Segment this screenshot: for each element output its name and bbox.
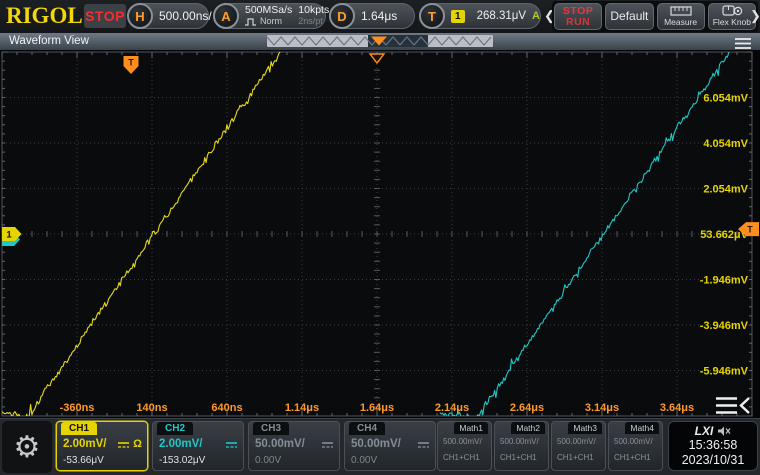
oscilloscope-screen: RIGOL STOP H 500.00ns/ A 500MSa/s Norm 1… (0, 0, 760, 475)
math-scale: 500.00mV/ (443, 437, 482, 446)
channel-scale: 50.00mV/ (351, 438, 430, 450)
delay-value: 1.64μs (361, 9, 397, 23)
math-tab[interactable]: Math2 (511, 422, 545, 434)
acquisition-status-badge: STOP (84, 4, 126, 28)
dc-coupling-icon (225, 440, 238, 449)
channel-tab[interactable]: CH3 (253, 422, 289, 435)
channel-tab[interactable]: CH1 (61, 422, 97, 435)
horizontal-scale-value: 500.00ns/ (159, 9, 212, 23)
time-axis-label: 3.14μs (585, 402, 619, 414)
channel-card-ch3[interactable]: CH3 50.00mV/0.00V (248, 421, 340, 471)
knob-icon (721, 5, 743, 16)
math-expression: CH1+CH1 (500, 453, 537, 462)
voltage-axis-label: -5.946mV (700, 366, 749, 378)
time-axis-label: 2.14μs (435, 402, 469, 414)
math-expression: CH1+CH1 (557, 453, 594, 462)
channel-offset: 0.00V (255, 455, 281, 466)
channel-scale: 2.00mV/ (159, 438, 238, 450)
measure-button[interactable]: Measure (657, 3, 705, 30)
delay-pill[interactable]: D 1.64μs (329, 3, 415, 29)
math-tab[interactable]: Math1 (454, 422, 488, 434)
time-axis-label: 640ns (211, 402, 242, 414)
waveform-display[interactable]: -360ns 140ns 640ns 1.14μs 1.64μs 2.14μs 2.64μs… (0, 50, 760, 418)
flex-knob-button[interactable]: Flex Knob (708, 3, 756, 30)
dc-coupling-icon (417, 440, 430, 449)
acquire-mode: Norm (260, 16, 282, 27)
time-axis-label: -360ns (60, 402, 95, 414)
speaker-muted-icon (717, 426, 731, 437)
memory-depth: 10kpts (298, 5, 329, 16)
default-button[interactable]: Default (605, 3, 653, 30)
pulse-norm-icon (245, 18, 257, 26)
horizontal-scale-pill[interactable]: H 500.00ns/ (127, 3, 209, 29)
toolbar-scroll-right-icon[interactable]: ❯ (750, 9, 760, 23)
svg-text:1: 1 (6, 230, 12, 241)
math-scale: 500.00mV/ (557, 437, 596, 446)
sample-rate: 500MSa/s (245, 5, 292, 16)
channel-tab[interactable]: CH2 (157, 422, 193, 435)
tab-waveform-view[interactable]: Waveform View (9, 35, 89, 47)
toolbar-button-group: STOP RUN Default Measure (552, 1, 758, 32)
time-axis-label: 2.64μs (510, 402, 544, 414)
channel-offset: -53.66μV (63, 455, 104, 466)
math-card-math2[interactable]: Math2 500.00mV/CH1+CH1 (494, 421, 549, 471)
svg-text:T: T (747, 225, 753, 235)
delay-knob-icon[interactable]: D (329, 3, 355, 29)
math-scale: 500.00mV/ (614, 437, 653, 446)
channel-card-ch1[interactable]: CH1 2.00mV/Ω -53.66μV (56, 421, 148, 471)
sample-resolution: 2ns/pt (298, 16, 329, 27)
gear-icon: ⚙ (14, 430, 41, 465)
menu-icon[interactable] (735, 37, 752, 50)
ruler-icon (670, 6, 692, 16)
stop-run-button[interactable]: STOP RUN (554, 3, 602, 30)
tab-bar: Waveform View (0, 33, 760, 50)
voltage-axis-label: -1.946mV (700, 275, 749, 287)
channel-offset: -153.02μV (159, 455, 205, 466)
waveform-overview-strip[interactable] (267, 35, 493, 48)
time-axis-label: 140ns (136, 402, 167, 414)
voltage-axis-label: -3.946mV (700, 320, 749, 332)
trigger-level-value: 268.31μV (477, 10, 526, 22)
rigol-logo: RIGOL (6, 3, 83, 29)
math-card-math1[interactable]: Math1 500.00mV/CH1+CH1 (437, 421, 492, 471)
bottom-status-bar: ⚙ CH1 2.00mV/Ω -53.66μV CH2 2.00mV/ -153.02μV… (0, 418, 760, 475)
lxi-clock-panel[interactable]: LXI 15:36:58 2023/10/31 (668, 421, 758, 471)
system-time: 15:36:58 (689, 438, 738, 453)
top-toolbar: RIGOL STOP H 500.00ns/ A 500MSa/s Norm 1… (0, 0, 760, 33)
channel-card-ch4[interactable]: CH4 50.00mV/0.00V (344, 421, 436, 471)
trigger-sweep-mode: A (532, 10, 540, 22)
math-card-math4[interactable]: Math4 500.00mV/CH1+CH1 (608, 421, 663, 471)
lxi-label: LXI (695, 424, 714, 438)
channel-card-ch2[interactable]: CH2 2.00mV/ -153.02μV (152, 421, 244, 471)
trigger-source-badge: 1 (451, 10, 465, 23)
impedance-label: Ω (133, 438, 142, 450)
system-date: 2023/10/31 (682, 453, 745, 468)
horizontal-knob-icon[interactable]: H (127, 3, 153, 29)
math-expression: CH1+CH1 (614, 453, 651, 462)
time-axis-label: 1.14μs (285, 402, 319, 414)
voltage-axis-label: 2.054mV (703, 184, 748, 196)
voltage-axis-label: 4.054mV (703, 138, 748, 150)
dc-coupling-icon (321, 440, 334, 449)
settings-button[interactable]: ⚙ (2, 421, 52, 473)
svg-text:T: T (128, 58, 134, 68)
time-axis-label: 3.64μs (660, 402, 694, 414)
math-card-math3[interactable]: Math3 500.00mV/CH1+CH1 (551, 421, 606, 471)
time-axis-label: 1.64μs (360, 402, 394, 414)
dc-coupling-icon (117, 440, 130, 449)
math-scale: 500.00mV/ (500, 437, 539, 446)
channel-scale: 50.00mV/ (255, 438, 334, 450)
math-tab[interactable]: Math4 (625, 422, 659, 434)
channel-offset: 0.00V (351, 455, 377, 466)
acquire-pill[interactable]: A 500MSa/s Norm 10kpts 2ns/pt (213, 3, 326, 29)
math-tab[interactable]: Math3 (568, 422, 602, 434)
acquire-knob-icon[interactable]: A (213, 3, 239, 29)
trigger-pill[interactable]: T 1 268.31μV A (419, 3, 541, 29)
channel-scale: 2.00mV/Ω (63, 438, 142, 450)
channel-tab[interactable]: CH4 (349, 422, 385, 435)
math-expression: CH1+CH1 (443, 453, 480, 462)
trigger-knob-icon[interactable]: T (419, 3, 445, 29)
voltage-axis-label: 6.054mV (703, 93, 748, 105)
